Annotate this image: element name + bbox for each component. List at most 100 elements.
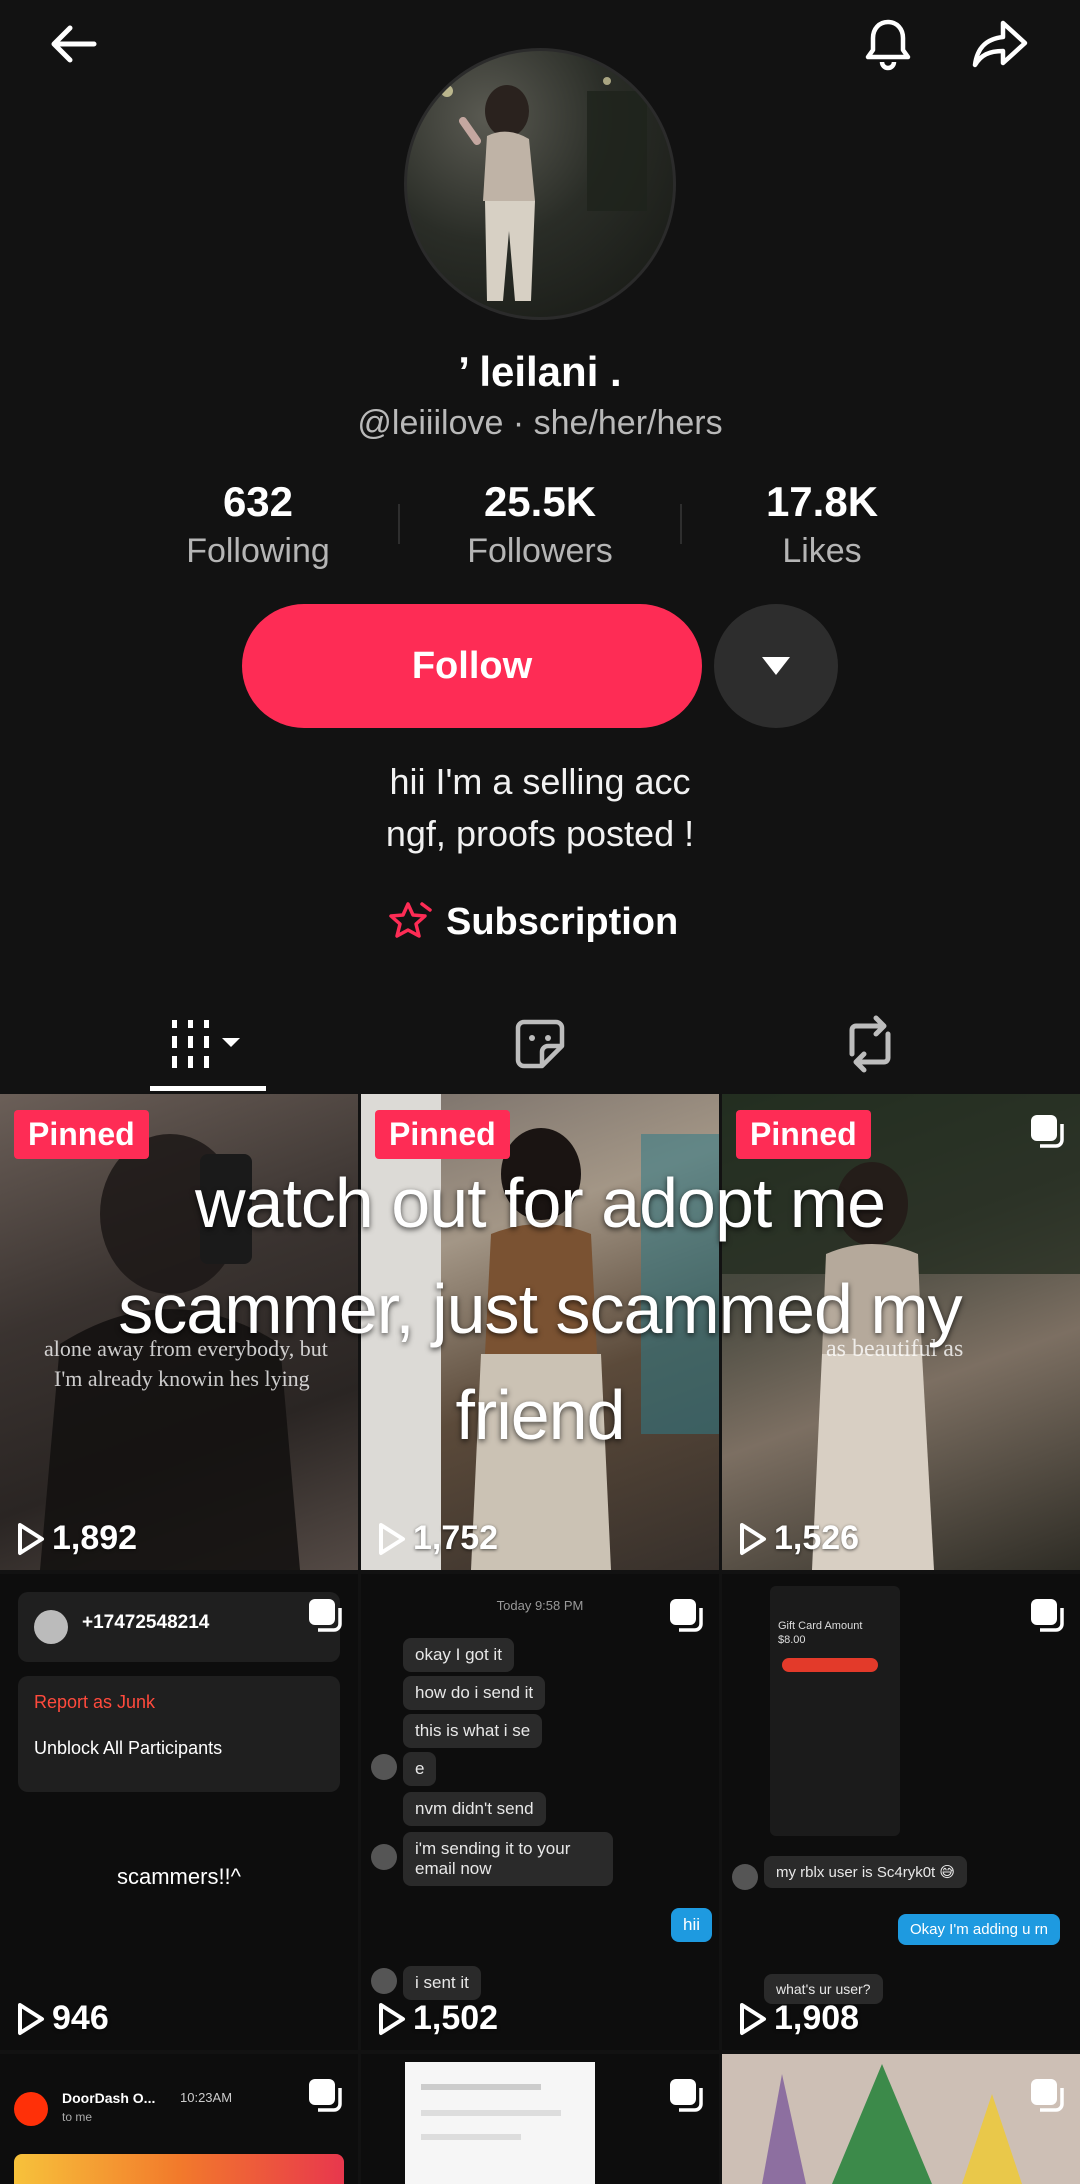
avatar	[732, 1864, 758, 1890]
doordash-logo	[14, 2092, 48, 2126]
email-sender: DoorDash O...	[62, 2090, 156, 2106]
followers-stat[interactable]: 25.5K Followers	[400, 478, 680, 571]
following-count: 632	[222, 478, 294, 525]
report-junk-option: Report as Junk	[34, 1692, 156, 1712]
view-count-value: 1,752	[413, 1519, 499, 1557]
subscription-star-icon	[389, 902, 432, 938]
following-label: Following	[186, 532, 330, 570]
following-stat[interactable]: 632 Following	[118, 478, 398, 571]
receipt-line	[421, 2084, 541, 2090]
video-thumbnail[interactable]	[361, 2054, 719, 2184]
share-icon[interactable]	[964, 8, 1036, 80]
view-count: 1,892	[16, 1519, 137, 1558]
chat-message: i'm sending it to your email now	[403, 1832, 613, 1886]
view-count: 1,526	[738, 1519, 859, 1558]
followers-count: 25.5K	[483, 478, 597, 525]
play-icon	[379, 2002, 405, 2035]
chat-message: my rblx user is Sc4ryk0t 😅	[764, 1856, 968, 1888]
video-thumbnail[interactable]: DoorDash O... 10:23AM to me	[0, 2054, 358, 2184]
overlay-caption: watch out for adopt me scammer, just sca…	[0, 1150, 1080, 1468]
profile-stats: 632 Following 25.5K Followers 17.8K Like…	[0, 478, 1080, 588]
bio: hii I'm a selling acc ngf, proofs posted…	[0, 756, 1080, 860]
overlay-caption-line: scammer, just scammed my	[118, 1270, 962, 1348]
chat-message-sent: hii	[671, 1908, 713, 1942]
likes-label: Likes	[782, 532, 862, 570]
multi-photo-icon	[1031, 1115, 1064, 1148]
play-icon	[740, 1522, 766, 1555]
video-thumbnail[interactable]: Today 9:58 PM okay I got it how do i sen…	[361, 1574, 719, 2050]
video-thumbnail[interactable]	[722, 2054, 1080, 2184]
chat-message: nvm didn't send	[403, 1792, 546, 1826]
multi-photo-icon	[309, 2079, 342, 2112]
view-count-value: 946	[52, 1999, 109, 2037]
view-count: 1,502	[377, 1999, 498, 2038]
receipt-line	[421, 2110, 561, 2116]
repost-icon	[849, 1015, 891, 1073]
thumbnail-caption: scammers!!^	[117, 1864, 241, 1889]
gift-card-banner	[14, 2154, 344, 2184]
phone-number: +17472548214	[82, 1612, 210, 1633]
email-time: 10:23AM	[180, 2090, 233, 2105]
more-options-button[interactable]	[714, 604, 838, 728]
view-count-value: 1,502	[413, 1999, 499, 2037]
chat-message: e	[403, 1752, 437, 1786]
multi-photo-icon	[1031, 1599, 1064, 1632]
back-arrow-icon[interactable]	[38, 8, 110, 80]
receipt-line	[421, 2134, 521, 2140]
chat-message: this is what i se	[403, 1714, 543, 1748]
view-count-value: 1,526	[774, 1519, 860, 1557]
multi-photo-icon	[1031, 2079, 1064, 2112]
display-name: ’ leilani .	[458, 348, 622, 395]
chat-message: i sent it	[403, 1966, 481, 2000]
multi-photo-icon	[670, 2079, 703, 2112]
chat-timestamp: Today 9:58 PM	[496, 1598, 584, 1613]
play-icon	[18, 1522, 44, 1555]
content-tabs	[0, 996, 1080, 1096]
unblock-option: Unblock All Participants	[34, 1738, 223, 1758]
likes-count: 17.8K	[765, 478, 879, 525]
subscription-label: Subscription	[446, 900, 679, 943]
view-count-value: 1,908	[774, 1999, 860, 2037]
avatar[interactable]	[404, 48, 676, 320]
view-count: 946	[16, 1999, 109, 2038]
avatar	[371, 1968, 397, 1994]
chat-message: how do i send it	[403, 1676, 546, 1710]
dropdown-caret-icon	[762, 657, 790, 675]
multi-photo-icon	[670, 1599, 703, 1632]
overlay-caption-line: watch out for adopt me	[194, 1164, 886, 1242]
handle: @leiiilove · she/her/hers	[357, 404, 723, 442]
red-button-graphic	[782, 1658, 878, 1672]
overlay-caption-line: friend	[455, 1376, 625, 1454]
stat-divider	[398, 504, 400, 544]
view-count: 1,908	[738, 1999, 859, 2038]
subscription-link[interactable]: Subscription	[386, 894, 678, 950]
receipt-screenshot	[405, 2062, 595, 2184]
videos-grid-icon	[172, 1020, 240, 1068]
play-icon	[379, 1522, 405, 1555]
view-count-value: 1,892	[52, 1519, 138, 1557]
email-recipient: to me	[62, 2110, 93, 2124]
view-count: 1,752	[377, 1519, 498, 1558]
bio-line-1: hii I'm a selling acc	[389, 761, 691, 802]
video-thumbnail[interactable]: +17472548214 Report as Junk Unblock All …	[0, 1574, 358, 2050]
avatar	[34, 1610, 68, 1644]
tab-stickers[interactable]	[480, 996, 600, 1092]
play-icon	[740, 2002, 766, 2035]
followers-label: Followers	[467, 532, 613, 570]
avatar	[371, 1754, 397, 1780]
multi-photo-icon	[309, 1599, 342, 1632]
likes-stat[interactable]: 17.8K Likes	[682, 478, 962, 571]
follow-button[interactable]: Follow	[242, 604, 702, 728]
gift-card-amount: $8.00	[778, 1634, 806, 1646]
chat-message: okay I got it	[403, 1638, 514, 1672]
gift-card-title: Gift Card Amount	[778, 1620, 863, 1632]
stat-divider	[680, 504, 682, 544]
tab-videos[interactable]	[148, 996, 268, 1092]
chat-message-sent: Okay I'm adding u rn	[898, 1914, 1060, 1945]
video-thumbnail[interactable]: Gift Card Amount $8.00 my rblx user is S…	[722, 1574, 1080, 2050]
tab-reposts[interactable]	[810, 996, 930, 1092]
active-tab-indicator	[150, 1086, 266, 1091]
stickers-icon	[515, 1019, 565, 1069]
play-icon	[18, 2002, 44, 2035]
bell-icon[interactable]	[852, 8, 924, 80]
